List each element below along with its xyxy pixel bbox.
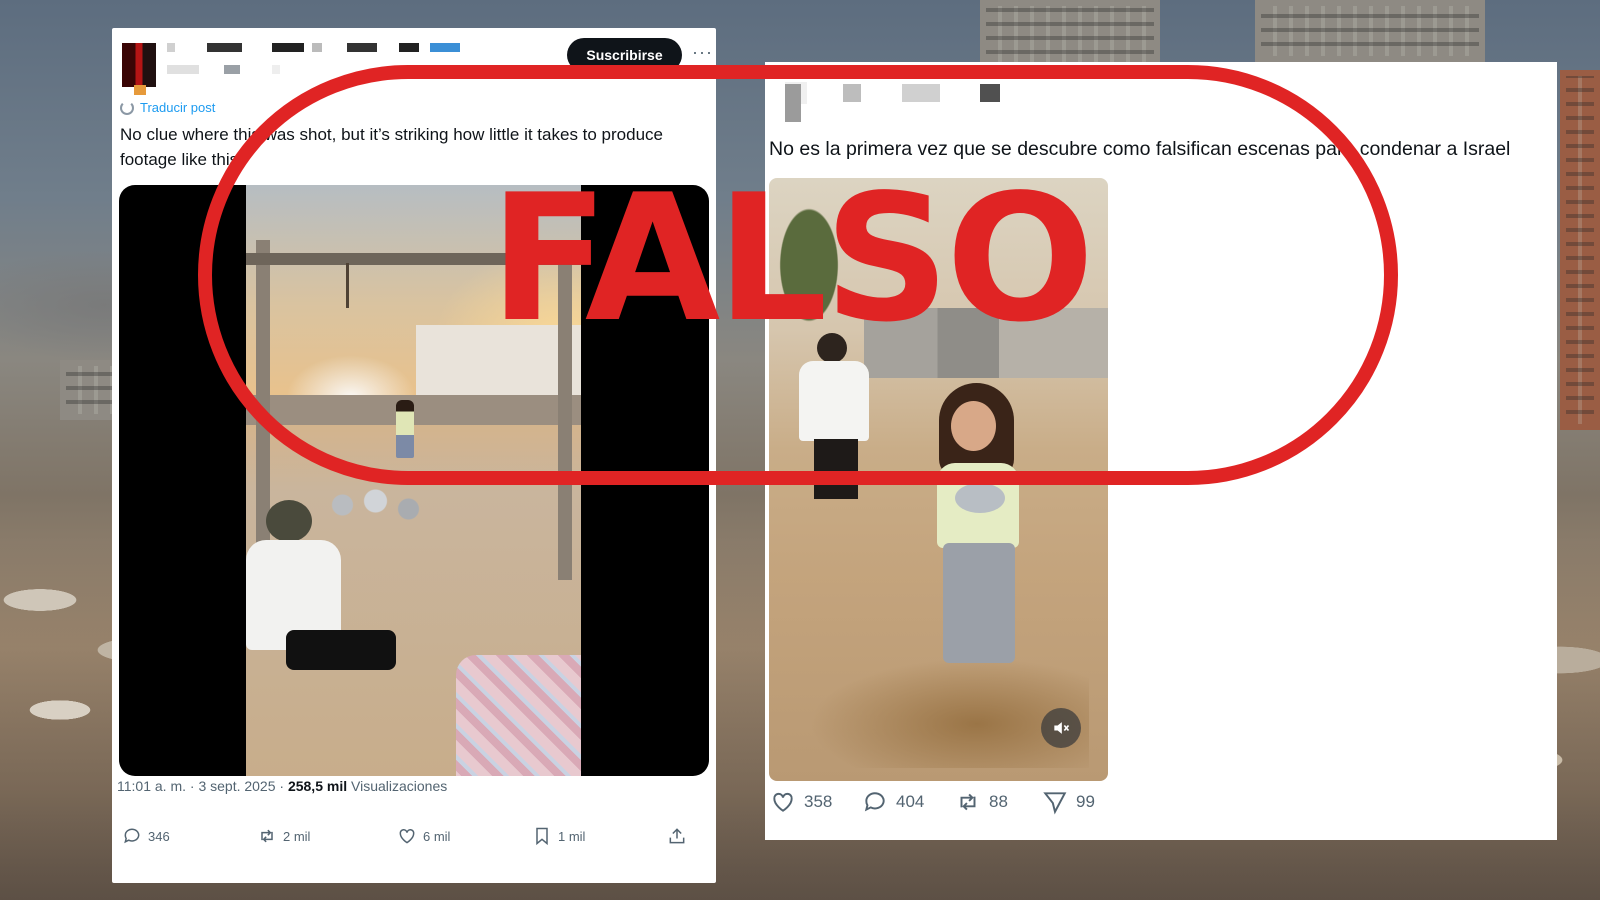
background-building [60, 360, 120, 420]
bookmark-count: 1 mil [558, 828, 586, 844]
repost-count: 88 [989, 792, 1008, 811]
repost-count: 2 mil [283, 828, 311, 844]
translate-icon [120, 100, 134, 115]
reply-button[interactable]: 404 [862, 789, 924, 815]
bookmark-button[interactable]: 1 mil [532, 826, 585, 846]
subscribe-button[interactable]: Suscribirse [567, 38, 682, 72]
heart-icon [773, 792, 793, 812]
like-count: 6 mil [423, 828, 451, 844]
post-timestamp[interactable]: 11:01 a. m. · 3 sept. 2025 · [117, 778, 288, 794]
like-count: 358 [804, 792, 833, 811]
share-button[interactable]: 99 [1042, 789, 1095, 815]
avatar[interactable] [122, 43, 156, 95]
post-video[interactable] [119, 185, 709, 776]
mute-button[interactable] [1041, 708, 1081, 748]
views-label: Visualizaciones [347, 778, 448, 794]
views-count: 258,5 mil [287, 778, 348, 794]
more-options-icon[interactable]: ··· [692, 42, 713, 63]
post-text: No clue where this was shot, but it’s st… [120, 125, 663, 169]
like-button[interactable]: 6 mil [397, 826, 450, 846]
speaker-muted-icon [1054, 722, 1070, 734]
reply-icon [124, 828, 140, 844]
translate-label: Traducir post [140, 100, 216, 115]
right-post-card[interactable]: No es la primera vez que se descubre com… [765, 62, 1557, 840]
reply-button[interactable]: 346 [122, 826, 170, 846]
share-icon [669, 828, 685, 844]
left-post-card[interactable]: Suscribirse ··· Traducir post No clue wh… [112, 28, 716, 883]
send-icon [1043, 792, 1067, 815]
post-metadata: 11:01 a. m. · 3 sept. 2025 · 258,5 mil V… [117, 778, 447, 794]
reply-count: 346 [148, 828, 170, 844]
post-actions: 346 2 mil 6 mil 1 mil [122, 826, 702, 852]
background-building [1255, 0, 1485, 62]
background-building [980, 0, 1160, 70]
video-frame [246, 185, 581, 776]
heart-icon [399, 828, 415, 844]
reply-count: 404 [896, 792, 925, 811]
share-button[interactable] [667, 826, 687, 846]
repost-button[interactable]: 88 [955, 789, 1008, 815]
repost-icon [960, 793, 976, 811]
repost-icon [261, 829, 273, 843]
post-text: No es la primera vez que se descubre com… [769, 138, 1511, 160]
background-building [1560, 70, 1600, 430]
bookmark-icon [536, 827, 548, 846]
reply-icon [864, 792, 885, 812]
post-actions: 358 404 88 99 [770, 789, 1110, 817]
post-video[interactable] [769, 178, 1108, 781]
translate-post-link[interactable]: Traducir post [120, 100, 215, 115]
repost-button[interactable]: 2 mil [257, 826, 310, 846]
share-count: 99 [1076, 792, 1095, 811]
like-button[interactable]: 358 [770, 789, 832, 815]
